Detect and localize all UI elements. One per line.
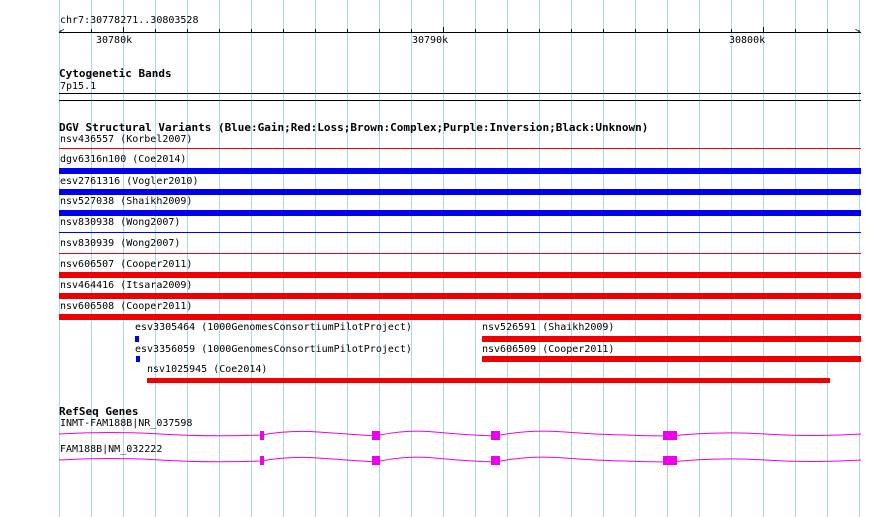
gene-model[interactable] [58, 456, 862, 465]
exon [260, 431, 264, 440]
exon [260, 456, 264, 465]
exon [372, 456, 380, 465]
exon [663, 431, 677, 440]
exon [663, 456, 677, 465]
exon [491, 431, 500, 440]
gene-models [58, 430, 862, 465]
genome-browser-view: chr7:30778271..30803528 < > 30780k 30790… [0, 0, 890, 517]
exon [372, 431, 380, 440]
gene-model[interactable] [58, 430, 862, 440]
exon [491, 456, 500, 465]
